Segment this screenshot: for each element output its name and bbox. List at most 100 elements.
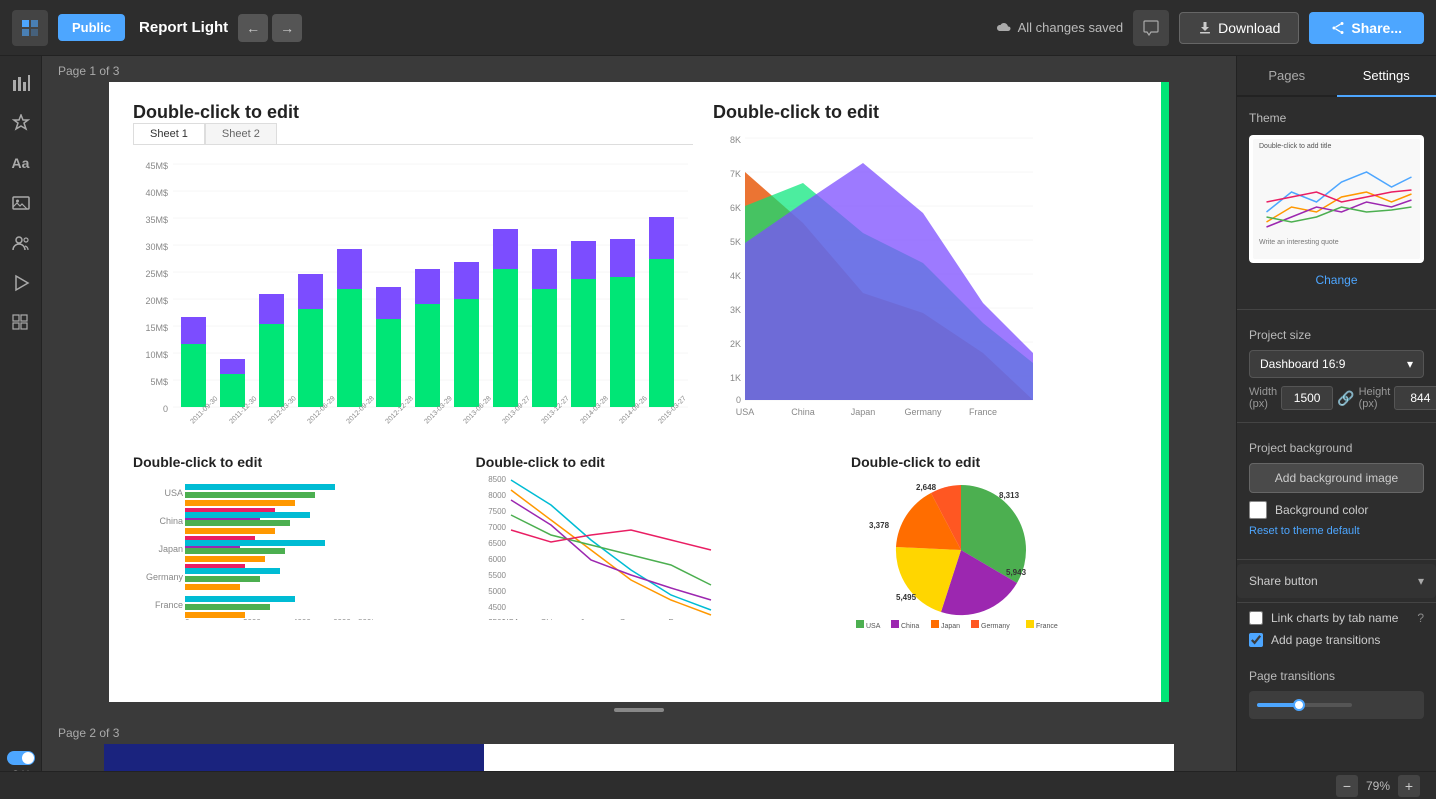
undo-button[interactable]: ← <box>238 14 268 42</box>
sidebar-item-text[interactable]: Aa <box>4 146 38 180</box>
svg-text:20M$: 20M$ <box>145 296 168 306</box>
width-input[interactable] <box>1281 386 1333 410</box>
share-icon <box>1331 21 1345 35</box>
add-transitions-label: Add page transitions <box>1271 633 1380 647</box>
page2-label: Page 2 of 3 <box>42 718 1236 744</box>
svg-text:Germany: Germany <box>146 572 184 582</box>
link-charts-checkbox[interactable] <box>1249 611 1263 625</box>
svg-text:China: China <box>540 618 561 620</box>
divider2 <box>1237 422 1436 423</box>
svg-text:USA: USA <box>164 488 183 498</box>
sidebar-item-play[interactable] <box>4 266 38 300</box>
slider-handle[interactable] <box>1293 699 1305 711</box>
sheet2-tab[interactable]: Sheet 2 <box>205 123 277 144</box>
svg-text:USA: USA <box>866 623 881 630</box>
transitions-control[interactable] <box>1249 691 1424 719</box>
bg-color-row: Background color <box>1249 501 1424 519</box>
green-accent-bar <box>1161 82 1169 702</box>
svg-text:France: France <box>668 618 693 620</box>
share-button[interactable]: Share... <box>1309 12 1424 44</box>
zoom-plus-button[interactable]: + <box>1398 775 1420 797</box>
sidebar-item-users[interactable] <box>4 226 38 260</box>
svg-text:2K: 2K <box>730 339 741 349</box>
project-size-select[interactable]: Dashboard 16:9 ▾ <box>1249 350 1424 378</box>
canvas-area[interactable]: Page 1 of 3 Double-click to edit Sheet 1… <box>42 56 1236 799</box>
comment-button[interactable] <box>1133 10 1169 46</box>
area-chart-block[interactable]: Double-click to edit 8K 7K 6K 5K 4K 3K 2… <box>713 102 1145 434</box>
bottom-charts-row: Double-click to edit USA China Japan Ger… <box>133 454 1145 635</box>
share-button-section[interactable]: Share button ▾ <box>1237 564 1436 598</box>
svg-text:China: China <box>159 516 183 526</box>
color-swatch[interactable] <box>1249 501 1267 519</box>
area-chart-svg: 8K 7K 6K 5K 4K 3K 2K 1K 0 <box>713 123 1043 423</box>
tab-settings[interactable]: Settings <box>1337 56 1436 97</box>
download-button[interactable]: Download <box>1179 12 1299 44</box>
tab-pages[interactable]: Pages <box>1237 56 1337 95</box>
svg-text:4500: 4500 <box>488 603 506 612</box>
theme-quote: Write an interesting quote <box>1253 237 1420 248</box>
report-title: Report Light <box>139 19 228 36</box>
svg-text:2,648: 2,648 <box>916 483 937 492</box>
project-size-label: Project size <box>1249 328 1424 342</box>
hbar-chart-block[interactable]: Double-click to edit USA China Japan Ger… <box>133 454 460 635</box>
page-transitions-section: Page transitions <box>1237 655 1436 727</box>
bar-chart-block[interactable]: Double-click to edit Sheet 1 Sheet 2 45M… <box>133 102 693 434</box>
svg-text:5,495: 5,495 <box>896 593 917 602</box>
charts-grid: Double-click to edit Sheet 1 Sheet 2 45M… <box>109 82 1169 655</box>
link-dimensions-icon: 🔗 <box>1337 390 1354 407</box>
svg-text:Germany: Germany <box>981 623 1010 630</box>
sidebar-item-charts[interactable] <box>4 66 38 100</box>
reset-theme-link[interactable]: Reset to theme default <box>1249 525 1424 537</box>
link-charts-help-icon[interactable]: ? <box>1417 611 1424 625</box>
saved-status: All changes saved <box>996 20 1124 36</box>
svg-text:Japan: Japan <box>941 623 960 630</box>
sheet1-tab[interactable]: Sheet 1 <box>133 123 205 144</box>
height-input[interactable] <box>1394 386 1436 410</box>
pie-chart-block[interactable]: Double-click to edit <box>851 454 1145 635</box>
line-chart-svg: 8500 8000 7500 7000 6500 6000 5500 5000 … <box>476 470 736 620</box>
svg-text:China: China <box>791 407 815 417</box>
svg-text:2000: 2000 <box>243 618 261 620</box>
height-label: Height (px) <box>1359 386 1391 410</box>
svg-text:5M$: 5M$ <box>150 377 168 387</box>
theme-thumbnail[interactable]: Double-click to add title Write an inter… <box>1249 135 1424 263</box>
svg-text:0: 0 <box>163 404 168 414</box>
svg-text:8K: 8K <box>730 135 741 145</box>
svg-text:7500: 7500 <box>488 507 506 516</box>
nav-buttons: ← → <box>238 14 302 42</box>
grid-toggle[interactable] <box>7 751 35 765</box>
svg-text:6000: 6000 <box>333 618 351 620</box>
svg-text:Germany: Germany <box>904 407 942 417</box>
divider3 <box>1237 559 1436 560</box>
sidebar-item-pin[interactable] <box>4 106 38 140</box>
add-transitions-checkbox[interactable] <box>1249 633 1263 647</box>
svg-text:0: 0 <box>185 618 190 620</box>
project-background-label: Project background <box>1249 441 1424 455</box>
public-button[interactable]: Public <box>58 14 125 41</box>
change-theme-button[interactable]: Change <box>1249 271 1424 297</box>
share-chevron-icon: ▾ <box>1418 574 1424 588</box>
background-color-label: Background color <box>1275 503 1368 517</box>
link-charts-row: Link charts by tab name ? <box>1249 611 1424 625</box>
sidebar-item-grid[interactable] <box>4 306 38 340</box>
svg-text:Japan: Japan <box>851 407 876 417</box>
svg-text:USA: USA <box>502 618 519 620</box>
svg-text:0: 0 <box>736 395 741 405</box>
svg-text:6000: 6000 <box>488 555 506 564</box>
sidebar-item-image[interactable] <box>4 186 38 220</box>
theme-section: Theme Double-click to add title Write an… <box>1237 97 1436 305</box>
line-chart-block[interactable]: Double-click to edit 8500 8000 7500 7000… <box>476 454 835 635</box>
page1-canvas[interactable]: Double-click to edit Sheet 1 Sheet 2 45M… <box>109 82 1169 702</box>
add-background-button[interactable]: Add background image <box>1249 463 1424 493</box>
zoom-minus-button[interactable]: − <box>1336 775 1358 797</box>
svg-text:15M$: 15M$ <box>145 323 168 333</box>
cloud-icon <box>996 20 1012 36</box>
svg-text:4K: 4K <box>730 271 741 281</box>
svg-text:8500: 8500 <box>488 475 506 484</box>
chart3-title: Double-click to edit <box>133 454 460 470</box>
page1-label: Page 1 of 3 <box>42 56 1236 82</box>
scroll-handle <box>614 708 664 712</box>
width-label: Width (px) <box>1249 386 1277 410</box>
svg-text:25M$: 25M$ <box>145 269 168 279</box>
redo-button[interactable]: → <box>272 14 302 42</box>
